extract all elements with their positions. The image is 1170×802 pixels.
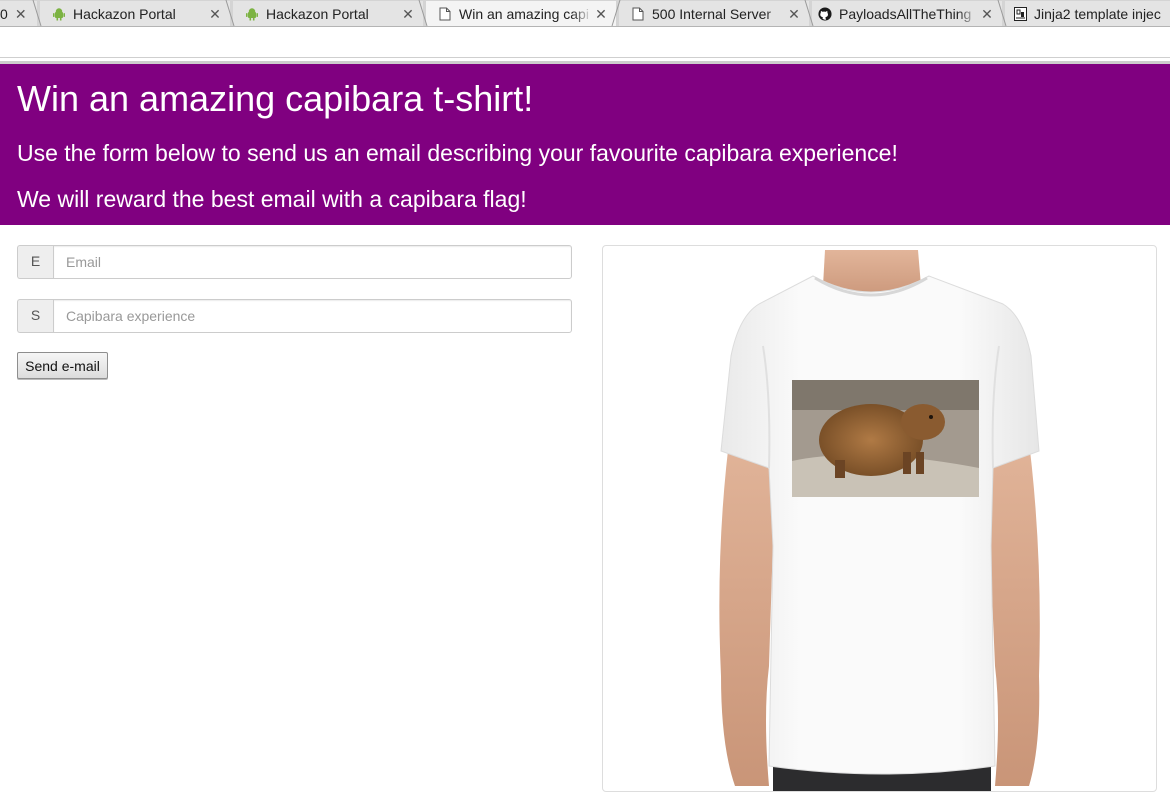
document-icon (1013, 7, 1027, 21)
browser-tab[interactable]: 500 Internal Server ✕ (619, 1, 809, 26)
hero-description: Use the form below to send us an email d… (17, 140, 898, 166)
close-icon[interactable]: ✕ (785, 6, 803, 23)
github-icon (818, 7, 832, 21)
experience-addon: S (17, 299, 53, 333)
browser-tab-strip: 0 ✕ Hackazon Portal ✕ Hackazon Portal ✕ … (0, 0, 1170, 27)
send-email-button[interactable]: Send e-mail (17, 352, 108, 379)
tab-title: Hackazon Portal (73, 6, 176, 22)
android-icon (52, 7, 66, 21)
tshirt-image (719, 250, 1040, 791)
close-icon[interactable]: ✕ (399, 6, 417, 23)
browser-tab[interactable]: PayloadsAllTheThing ✕ (812, 1, 1002, 26)
experience-field[interactable] (53, 299, 572, 333)
close-icon[interactable]: ✕ (206, 6, 224, 23)
browser-tab-active[interactable]: Win an amazing capi ✕ (426, 1, 616, 26)
close-icon[interactable]: ✕ (592, 6, 610, 23)
browser-tab[interactable]: Jinja2 template injec (1005, 1, 1170, 26)
page-icon (631, 7, 645, 21)
email-field[interactable] (53, 245, 572, 279)
close-icon[interactable]: ✕ (978, 6, 996, 23)
experience-input-group: S (17, 299, 572, 333)
browser-tab[interactable]: Hackazon Portal ✕ (40, 1, 230, 26)
tab-title: Jinja2 template injec (1034, 6, 1161, 22)
browser-tab[interactable]: Hackazon Portal ✕ (233, 1, 423, 26)
tab-title: 0 (0, 6, 8, 22)
page-icon (438, 7, 452, 21)
browser-tab[interactable]: 0 ✕ (0, 1, 37, 26)
capybara-print (792, 380, 979, 497)
email-addon: E (17, 245, 53, 279)
tab-title: Win an amazing capi (459, 6, 589, 22)
browser-toolbar (0, 27, 1170, 58)
tab-title: PayloadsAllTheThing (839, 6, 972, 22)
page-title: Win an amazing capibara t-shirt! (17, 78, 534, 119)
android-icon (245, 7, 259, 21)
hero-banner: Win an amazing capibara t-shirt! Use the… (0, 64, 1170, 225)
tab-title: 500 Internal Server (652, 6, 772, 22)
close-icon[interactable]: ✕ (12, 6, 30, 23)
hero-reward-note: We will reward the best email with a cap… (17, 186, 527, 212)
tshirt-image-panel (602, 245, 1157, 792)
email-input-group: E (17, 245, 572, 279)
tab-title: Hackazon Portal (266, 6, 369, 22)
